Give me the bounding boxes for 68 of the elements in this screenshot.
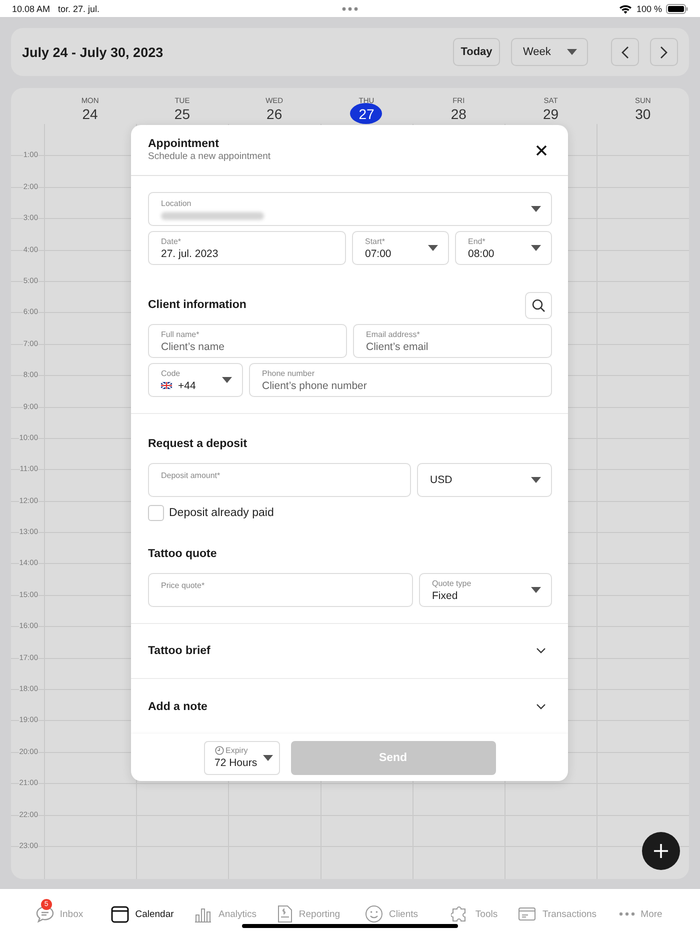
caret-icon — [567, 49, 577, 55]
section-heading: Tattoo quote — [148, 548, 217, 560]
more-dots-icon — [618, 912, 635, 916]
flag-icon — [161, 382, 172, 389]
day-number[interactable]: 25 — [166, 103, 198, 124]
email-field[interactable]: Email address* Client’s email — [353, 324, 552, 358]
caret-icon — [222, 377, 232, 383]
chevron-down-icon — [536, 648, 546, 654]
caret-icon — [428, 245, 438, 251]
chat-bubble-icon — [36, 905, 54, 923]
checkbox[interactable] — [148, 505, 164, 521]
caret-icon — [531, 245, 541, 251]
full-name-input[interactable]: Client’s name — [161, 340, 336, 352]
search-icon — [532, 298, 545, 312]
caret-icon — [531, 206, 541, 212]
quote-type-select[interactable]: Quote type Fixed — [419, 573, 552, 607]
day-number[interactable]: 26 — [258, 103, 290, 124]
day-number[interactable]: 28 — [442, 103, 475, 124]
next-button[interactable] — [650, 38, 678, 66]
close-icon — [536, 144, 547, 156]
previous-button[interactable] — [611, 38, 639, 66]
calendar-icon — [111, 905, 130, 923]
caret-icon — [531, 477, 541, 483]
tab-bar-item[interactable]: Calendar — [101, 895, 184, 925]
battery-icon — [666, 4, 688, 14]
section-heading: Client information — [148, 299, 246, 311]
status-time: 10.08 AM — [12, 4, 50, 14]
phone-field[interactable]: Phone number Client’s phone number — [249, 363, 552, 397]
day-number[interactable]: 24 — [74, 103, 106, 124]
clock-icon — [214, 746, 224, 755]
full-name-field[interactable]: Full name* Client’s name — [148, 324, 347, 358]
day-number[interactable]: 29 — [534, 103, 567, 124]
country-code-select[interactable]: Code +44 — [148, 363, 243, 397]
section-heading: Request a deposit — [148, 438, 248, 450]
collapsible-header[interactable]: Tattoo brief — [131, 624, 568, 679]
currency-select[interactable]: USD — [417, 463, 552, 497]
week-range-title: July 24 - July 30, 2023 — [22, 44, 164, 60]
search-button[interactable] — [525, 292, 552, 318]
more-dots-icon — [342, 6, 358, 10]
day-number[interactable]: 27 — [350, 103, 382, 124]
date-field[interactable]: Date* 27. jul. 2023 — [148, 231, 346, 265]
battery-percent: 100 % — [636, 4, 662, 14]
location-select[interactable]: Location — [148, 192, 552, 226]
phone-input[interactable]: Client’s phone number — [262, 380, 541, 392]
end-time-select[interactable]: End* 08:00 — [455, 231, 552, 265]
caret-icon — [531, 587, 541, 593]
expiry-select[interactable]: Expiry 72 Hours — [204, 740, 280, 774]
chevron-right-icon — [660, 46, 668, 58]
status-date: tor. 27. jul. — [58, 4, 100, 14]
document-icon — [276, 905, 293, 923]
dialog-subtitle: Schedule a new appointment — [148, 151, 271, 162]
smiley-icon — [364, 905, 383, 923]
deposit-amount-field[interactable]: Deposit amount* — [148, 463, 411, 497]
wifi-icon — [619, 4, 632, 14]
price-quote-field[interactable]: Price quote* — [148, 573, 413, 607]
chevron-left-icon — [621, 46, 629, 58]
plus-icon — [654, 844, 668, 858]
card-icon — [518, 906, 536, 922]
day-number[interactable]: 30 — [626, 103, 659, 124]
dialog-title: Appointment — [148, 138, 220, 150]
collapsible-header[interactable]: Add a note — [131, 679, 568, 734]
view-select[interactable]: Week — [511, 38, 588, 66]
checkbox-label: Deposit already paid — [169, 507, 274, 519]
caret-icon — [262, 754, 272, 760]
start-time-select[interactable]: Start* 07:00 — [352, 231, 449, 265]
today-button[interactable]: Today — [453, 38, 500, 66]
email-input[interactable]: Client’s email — [366, 340, 541, 352]
chevron-down-icon — [536, 704, 546, 710]
